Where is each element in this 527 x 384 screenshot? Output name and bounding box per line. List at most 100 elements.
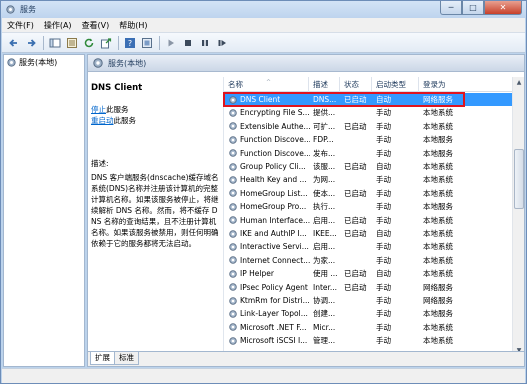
service-description: 提供... xyxy=(313,108,336,118)
console-tree-icon xyxy=(49,38,61,47)
export-icon xyxy=(101,37,112,48)
service-row[interactable]: Microsoft .NET F... Micr... 手动 本地系统 xyxy=(224,321,513,334)
service-status: 已启动 xyxy=(344,282,367,292)
help-icon: ? xyxy=(125,37,135,48)
column-startup-type[interactable]: 启动类型 xyxy=(372,77,419,92)
forward-arrow-icon xyxy=(28,38,36,47)
title-bar: 服务 ─ □ ✕ xyxy=(1,1,526,18)
service-status xyxy=(344,254,372,267)
service-description: 为家... xyxy=(313,255,336,265)
service-status: 已启动 xyxy=(344,215,367,225)
export-list-button[interactable] xyxy=(99,36,113,50)
service-name: Microsoft iSCSI I... xyxy=(240,336,308,346)
forward-button[interactable] xyxy=(24,36,38,50)
service-row[interactable]: Extensible Authe... 可扩... 已启动 手动 本地系统 xyxy=(224,120,513,133)
service-gear-icon xyxy=(229,296,237,305)
tree-item-services-local[interactable]: 服务(本地) xyxy=(6,57,57,68)
service-name: HomeGroup Pro... xyxy=(240,202,307,212)
service-status xyxy=(344,147,372,160)
restart-link-suffix: 此服务 xyxy=(113,116,137,125)
column-logon-as[interactable]: 登录为 xyxy=(419,77,513,92)
service-row[interactable]: DNS Client DNS... 已启动 自动 网络服务 xyxy=(223,92,513,107)
sort-ascending-icon: ^ xyxy=(266,79,272,86)
service-row[interactable]: Function Discove... FDP... 手动 本地服务 xyxy=(224,133,513,146)
service-description: Inter... xyxy=(313,282,338,292)
menu-view[interactable]: 查看(V) xyxy=(77,20,115,31)
scroll-up-arrow-icon[interactable]: ▲ xyxy=(513,77,525,89)
scrollbar-thumb[interactable] xyxy=(514,149,524,209)
column-status[interactable]: 状态 xyxy=(340,77,372,92)
stop-service-button[interactable] xyxy=(181,36,195,50)
show-console-tree-button[interactable] xyxy=(48,36,62,50)
menu-help[interactable]: 帮助(H) xyxy=(114,20,152,31)
service-logon-as: 本地系统 xyxy=(423,215,453,225)
play-icon xyxy=(168,39,174,46)
service-startup-type: 手动 xyxy=(376,336,391,346)
help-button[interactable]: ? xyxy=(123,36,137,50)
back-button[interactable] xyxy=(7,36,21,50)
service-row[interactable]: Link-Layer Topol... 创建... 手动 本地服务 xyxy=(224,307,513,320)
services-gear-icon xyxy=(7,58,16,67)
service-name: Function Discove... xyxy=(240,135,310,145)
service-description: 发布... xyxy=(313,148,336,158)
service-name: Microsoft .NET F... xyxy=(240,322,307,332)
service-description: 使本... xyxy=(313,188,336,198)
console-tree-pane: 服务(本地) xyxy=(3,54,85,367)
service-name: Interactive Servi... xyxy=(240,242,309,252)
service-row[interactable]: Encrypting File S... 提供... 手动 本地系统 xyxy=(224,106,513,119)
column-name[interactable]: 名称 ^ xyxy=(224,77,309,92)
service-status xyxy=(344,294,372,307)
service-row[interactable]: IPsec Policy Agent Inter... 已启动 手动 网络服务 xyxy=(224,281,513,294)
stop-link-suffix: 此服务 xyxy=(106,105,129,114)
service-description: 可扩... xyxy=(313,121,336,131)
column-header-row: 名称 ^ 描述 状态 启动类型 登录为 xyxy=(224,77,513,92)
service-description: 协调... xyxy=(313,296,336,305)
service-row[interactable]: Microsoft iSCSI I... 管理... 手动 本地系统 xyxy=(224,334,513,347)
menu-action[interactable]: 操作(A) xyxy=(39,20,77,31)
service-description: 启用... xyxy=(313,215,336,225)
refresh-button[interactable] xyxy=(82,36,96,50)
menu-bar: 文件(F) 操作(A) 查看(V) 帮助(H) xyxy=(2,18,525,33)
properties-view-button[interactable] xyxy=(65,36,79,50)
service-gear-icon xyxy=(229,202,237,211)
service-row[interactable]: IKE and AuthIP I... IKEE... 已启动 自动 本地系统 xyxy=(224,227,513,240)
service-logon-as: 本地系统 xyxy=(423,188,453,198)
service-row[interactable]: IP Helper 使用 ... 已启动 自动 本地系统 xyxy=(224,267,513,280)
menu-file[interactable]: 文件(F) xyxy=(2,20,39,31)
restart-service-button[interactable] xyxy=(215,36,229,50)
tab-standard[interactable]: 标准 xyxy=(114,352,139,365)
service-startup-type: 手动 xyxy=(376,202,391,212)
column-description[interactable]: 描述 xyxy=(309,77,340,92)
service-name: IPsec Policy Agent xyxy=(240,282,308,292)
service-row[interactable]: Group Policy Cli... 该服... 已启动 自动 本地系统 xyxy=(224,160,513,173)
stop-service-link[interactable]: 停止 xyxy=(91,105,106,114)
svg-text:?: ? xyxy=(128,39,132,48)
service-row[interactable]: Health Key and ... 为网... 手动 本地系统 xyxy=(224,173,513,186)
restart-icon xyxy=(218,39,226,46)
service-startup-type: 手动 xyxy=(376,255,391,265)
service-row[interactable]: KtmRm for Distri... 协调... 手动 网络服务 xyxy=(224,294,513,307)
service-gear-icon xyxy=(229,336,237,345)
pause-service-button[interactable] xyxy=(198,36,212,50)
service-name: Link-Layer Topol... xyxy=(240,309,308,319)
service-status: 已启动 xyxy=(344,229,367,238)
service-row[interactable]: Human Interface... 启用... 已启动 手动 本地系统 xyxy=(224,214,513,227)
service-row[interactable]: HomeGroup Pro... 执行... 手动 本地服务 xyxy=(224,200,513,213)
service-logon-as: 本地服务 xyxy=(423,135,453,145)
minimize-button[interactable]: ─ xyxy=(440,1,462,15)
restart-service-link[interactable]: 重启动 xyxy=(91,116,114,125)
snapin-info-button[interactable] xyxy=(140,36,154,50)
service-row[interactable]: Function Discove... 发布... 手动 本地服务 xyxy=(224,147,513,160)
service-row[interactable]: Interactive Servi... 启用... 手动 本地系统 xyxy=(224,240,513,253)
service-row[interactable]: HomeGroup List... 使本... 已启动 手动 本地系统 xyxy=(224,187,513,200)
start-service-button[interactable] xyxy=(164,36,178,50)
vertical-scrollbar[interactable]: ▲ ▼ xyxy=(512,77,524,357)
service-row[interactable]: Internet Connect... 为家... 手动 本地系统 xyxy=(224,254,513,267)
tab-extended[interactable]: 扩展 xyxy=(90,352,115,365)
service-startup-type: 自动 xyxy=(376,269,391,279)
service-status: 已启动 xyxy=(344,121,367,131)
close-button[interactable]: ✕ xyxy=(484,1,522,15)
maximize-button[interactable]: □ xyxy=(462,1,484,15)
service-description: 执行... xyxy=(313,202,336,212)
service-logon-as: 网络服务 xyxy=(423,296,453,305)
